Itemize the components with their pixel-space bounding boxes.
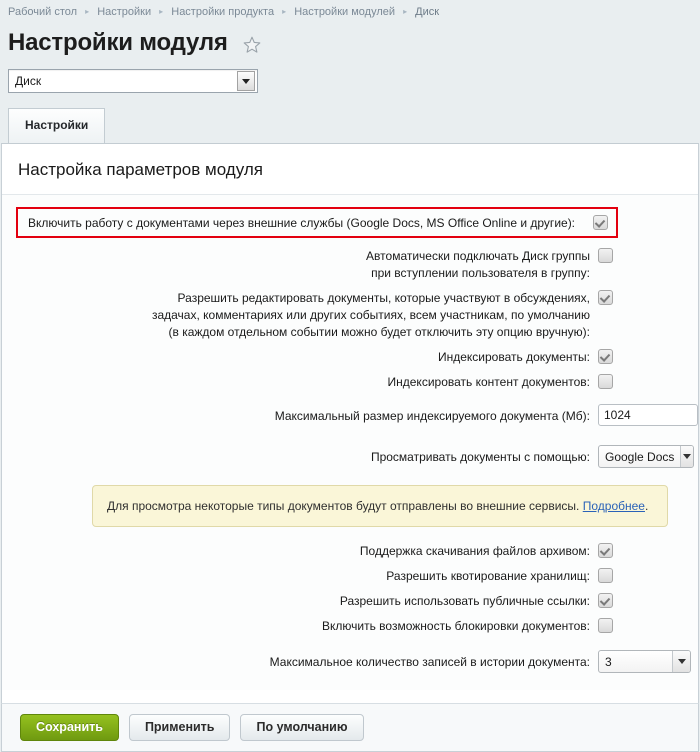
setting-control <box>598 248 698 263</box>
index-document-content-checkbox[interactable] <box>598 374 613 389</box>
document-history-count-select[interactable]: 3 <box>598 650 691 673</box>
document-history-count-value: 3 <box>605 654 612 669</box>
setting-control: Google Docs <box>598 445 698 468</box>
setting-label: Разрешить редактировать документы, котор… <box>151 291 590 339</box>
index-documents-checkbox[interactable] <box>598 349 613 364</box>
tab-settings[interactable]: Настройки <box>8 108 106 143</box>
setting-label: Поддержка скачивания файлов архивом: <box>359 544 590 558</box>
apply-button[interactable]: Применить <box>128 714 231 741</box>
breadcrumb-item-0[interactable]: Рабочий стол <box>8 5 77 19</box>
breadcrumb-item-2[interactable]: Настройки продукта <box>171 5 274 19</box>
notice-trailing: . <box>644 499 649 513</box>
content-title: Настройка параметров модуля <box>18 160 263 179</box>
setting-label: Максимальное количество записей в истори… <box>269 655 590 669</box>
setting-label: Максимальный размер индексируемого докум… <box>274 409 590 423</box>
restore-defaults-button[interactable]: По умолчанию <box>240 714 364 741</box>
chevron-down-icon[interactable] <box>672 651 690 672</box>
storage-quota-checkbox[interactable] <box>598 568 613 583</box>
setting-row: Разрешить использовать публичные ссылки: <box>2 589 698 614</box>
star-icon[interactable] <box>242 35 262 55</box>
breadcrumb-separator-icon: ▸ <box>159 7 164 16</box>
setting-control <box>598 290 698 305</box>
breadcrumb-item-4[interactable]: Диск <box>415 5 439 19</box>
setting-label: Включить работу с документами через внеш… <box>28 215 576 230</box>
external-services-checkbox[interactable] <box>593 215 608 230</box>
setting-label: Разрешить использовать публичные ссылки: <box>339 594 590 608</box>
breadcrumb-separator-icon: ▸ <box>85 7 90 16</box>
setting-row: Индексировать контент документов: <box>2 370 698 395</box>
setting-row: Индексировать документы: <box>2 345 698 370</box>
document-viewer-select[interactable]: Google Docs <box>598 445 694 468</box>
breadcrumb-item-1[interactable]: Настройки <box>97 5 151 19</box>
setting-control <box>598 404 698 426</box>
setting-label: Включить возможность блокировки документ… <box>322 619 590 633</box>
setting-row: Максимальный размер индексируемого докум… <box>2 395 698 432</box>
settings-form: Включить работу с документами через внеш… <box>2 194 698 690</box>
setting-row: Разрешить редактировать документы, котор… <box>2 286 698 345</box>
setting-control <box>598 593 698 608</box>
module-select-wrap: Диск <box>0 61 700 93</box>
setting-row: Разрешить квотирование хранилищ: <box>2 564 698 589</box>
breadcrumb-separator-icon: ▸ <box>403 7 408 16</box>
archive-download-support-checkbox[interactable] <box>598 543 613 558</box>
save-button[interactable]: Сохранить <box>20 714 119 741</box>
notice-text: Для просмотра некоторые типы документов … <box>107 499 580 513</box>
setting-control <box>598 374 698 389</box>
setting-row: Включить возможность блокировки документ… <box>2 614 698 639</box>
page-title-row: Настройки модуля <box>0 23 700 61</box>
module-select[interactable]: Диск <box>8 69 258 93</box>
public-links-checkbox[interactable] <box>598 593 613 608</box>
allow-edit-documents-checkbox[interactable] <box>598 290 613 305</box>
setting-label: Просматривать документы с помощью: <box>370 450 590 464</box>
notice-more-link[interactable]: Подробнее <box>583 499 645 513</box>
setting-label: Индексировать документы: <box>437 350 590 364</box>
external-services-notice: Для просмотра некоторые типы документов … <box>92 485 668 527</box>
chevron-down-icon[interactable] <box>237 71 255 91</box>
setting-label: Индексировать контент документов: <box>387 375 591 389</box>
setting-row: Поддержка скачивания файлов архивом: <box>2 539 698 564</box>
setting-control: 3 <box>598 650 698 673</box>
breadcrumb-item-3[interactable]: Настройки модулей <box>294 5 395 19</box>
setting-control <box>598 618 698 633</box>
setting-label: Автоматически подключать Диск группы при … <box>366 249 590 280</box>
setting-row: Максимальное количество записей в истори… <box>2 639 698 678</box>
form-footer: Сохранить Применить По умолчанию <box>1 703 699 752</box>
chevron-down-icon[interactable] <box>680 446 693 467</box>
auto-connect-group-disk-checkbox[interactable] <box>598 248 613 263</box>
document-viewer-select-value: Google Docs <box>605 449 675 464</box>
setting-control <box>598 543 698 558</box>
max-indexed-document-size-input[interactable] <box>598 404 698 426</box>
content-panel: Настройка параметров модуля Включить раб… <box>1 143 699 703</box>
breadcrumb-separator-icon: ▸ <box>282 7 287 16</box>
tabs-strip: Настройки <box>0 107 700 143</box>
setting-control <box>598 568 698 583</box>
document-locking-checkbox[interactable] <box>598 618 613 633</box>
highlighted-setting-row: Включить работу с документами через внеш… <box>16 207 618 238</box>
setting-row: Просматривать документы с помощью: Googl… <box>2 432 698 473</box>
setting-control <box>598 349 698 364</box>
setting-label: Разрешить квотирование хранилищ: <box>386 569 590 583</box>
module-select-value: Диск <box>15 74 42 88</box>
page-title: Настройки модуля <box>8 29 228 56</box>
setting-row: Автоматически подключать Диск группы при … <box>2 244 698 286</box>
breadcrumb: Рабочий стол ▸ Настройки ▸ Настройки про… <box>0 0 700 23</box>
